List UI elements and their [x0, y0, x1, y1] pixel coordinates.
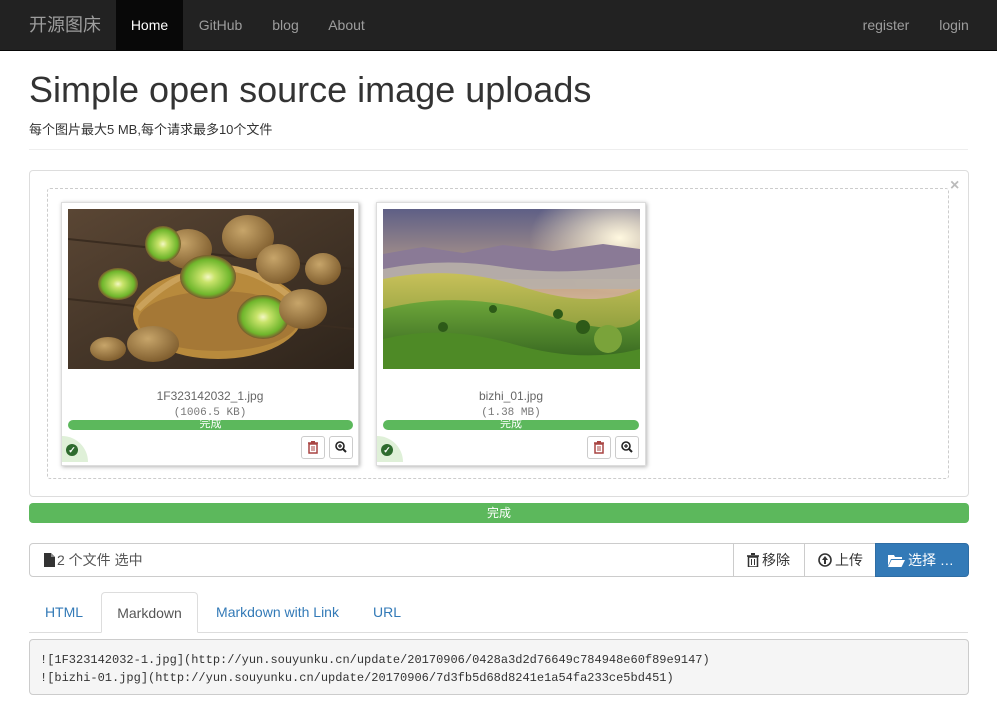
- upload-label: 上传: [835, 552, 863, 568]
- upload-status-badge: ✓: [62, 436, 88, 462]
- zoom-in-icon: [335, 441, 347, 453]
- upload-button[interactable]: 上传: [804, 543, 876, 577]
- delete-file-button[interactable]: [301, 436, 325, 459]
- tab-url[interactable]: URL: [357, 592, 417, 633]
- tab-markdown-with-link[interactable]: Markdown with Link: [200, 592, 355, 633]
- close-icon[interactable]: ×: [950, 177, 959, 195]
- file-progress-text: 完成: [199, 418, 222, 430]
- total-progress-text: 完成: [486, 506, 511, 520]
- landscape-image[interactable]: [383, 209, 640, 369]
- delete-file-button[interactable]: [587, 436, 611, 459]
- check-circle-icon: ✓: [381, 444, 393, 456]
- page-subtitle: 每个图片最大5 MB,每个请求最多10个文件: [29, 122, 273, 137]
- header-divider: [29, 149, 968, 150]
- nav-home[interactable]: Home: [116, 0, 183, 51]
- zoom-file-button[interactable]: [615, 436, 639, 459]
- nav-register[interactable]: register: [848, 0, 924, 51]
- total-progress: 完成: [29, 503, 969, 523]
- nav-about[interactable]: About: [313, 0, 380, 51]
- trash-icon: [747, 553, 759, 568]
- file-thumbnail: bizhi_01.jpg (1.38 MB) 完成 ✓: [376, 202, 646, 466]
- upload-status-badge: ✓: [377, 436, 403, 462]
- file-name: 1F323142032_1.jpg: [156, 389, 264, 403]
- trash-icon: [594, 441, 604, 454]
- file-name: bizhi_01.jpg: [478, 389, 544, 403]
- file-caption-text: 2 个文件 选中: [57, 552, 143, 568]
- zoom-file-button[interactable]: [329, 436, 353, 459]
- file-icon: [44, 553, 55, 567]
- trash-icon: [308, 441, 318, 454]
- output-line: ![bizhi-01.jpg](http://yun.souyunku.cn/u…: [40, 671, 674, 685]
- zoom-in-icon: [621, 441, 633, 453]
- navbar: 开源图床 Home GitHub blog About register log…: [0, 0, 997, 51]
- page-title: Simple open source image uploads: [29, 69, 592, 110]
- browse-button[interactable]: 选择 …: [875, 543, 969, 577]
- tab-html[interactable]: HTML: [29, 592, 99, 633]
- tab-markdown[interactable]: Markdown: [101, 592, 198, 633]
- file-input-group: 2 个文件 选中 移除 上传 选择 …: [29, 543, 969, 577]
- browse-label: 选择 …: [908, 552, 954, 568]
- nav-blog[interactable]: blog: [258, 0, 313, 51]
- file-thumbnail: 1F323142032_1.jpg (1006.5 KB) 完成 ✓: [61, 202, 359, 466]
- remove-button[interactable]: 移除: [733, 543, 805, 577]
- output-line: ![1F323142032-1.jpg](http://yun.souyunku…: [40, 653, 710, 667]
- file-caption[interactable]: 2 个文件 选中: [29, 543, 734, 577]
- remove-label: 移除: [762, 552, 790, 568]
- markdown-output[interactable]: ![1F323142032-1.jpg](http://yun.souyunku…: [29, 639, 969, 695]
- upload-circle-icon: [818, 553, 832, 567]
- nav-login[interactable]: login: [924, 0, 984, 51]
- nav-github[interactable]: GitHub: [183, 0, 258, 51]
- check-circle-icon: ✓: [66, 444, 78, 456]
- brand-link[interactable]: 开源图床: [29, 14, 101, 36]
- kiwi-image[interactable]: [68, 209, 354, 369]
- file-progress-bar: 完成: [383, 418, 639, 430]
- folder-open-icon: [888, 555, 905, 567]
- file-progress-bar: 完成: [68, 418, 353, 430]
- file-progress-text: 完成: [500, 418, 522, 430]
